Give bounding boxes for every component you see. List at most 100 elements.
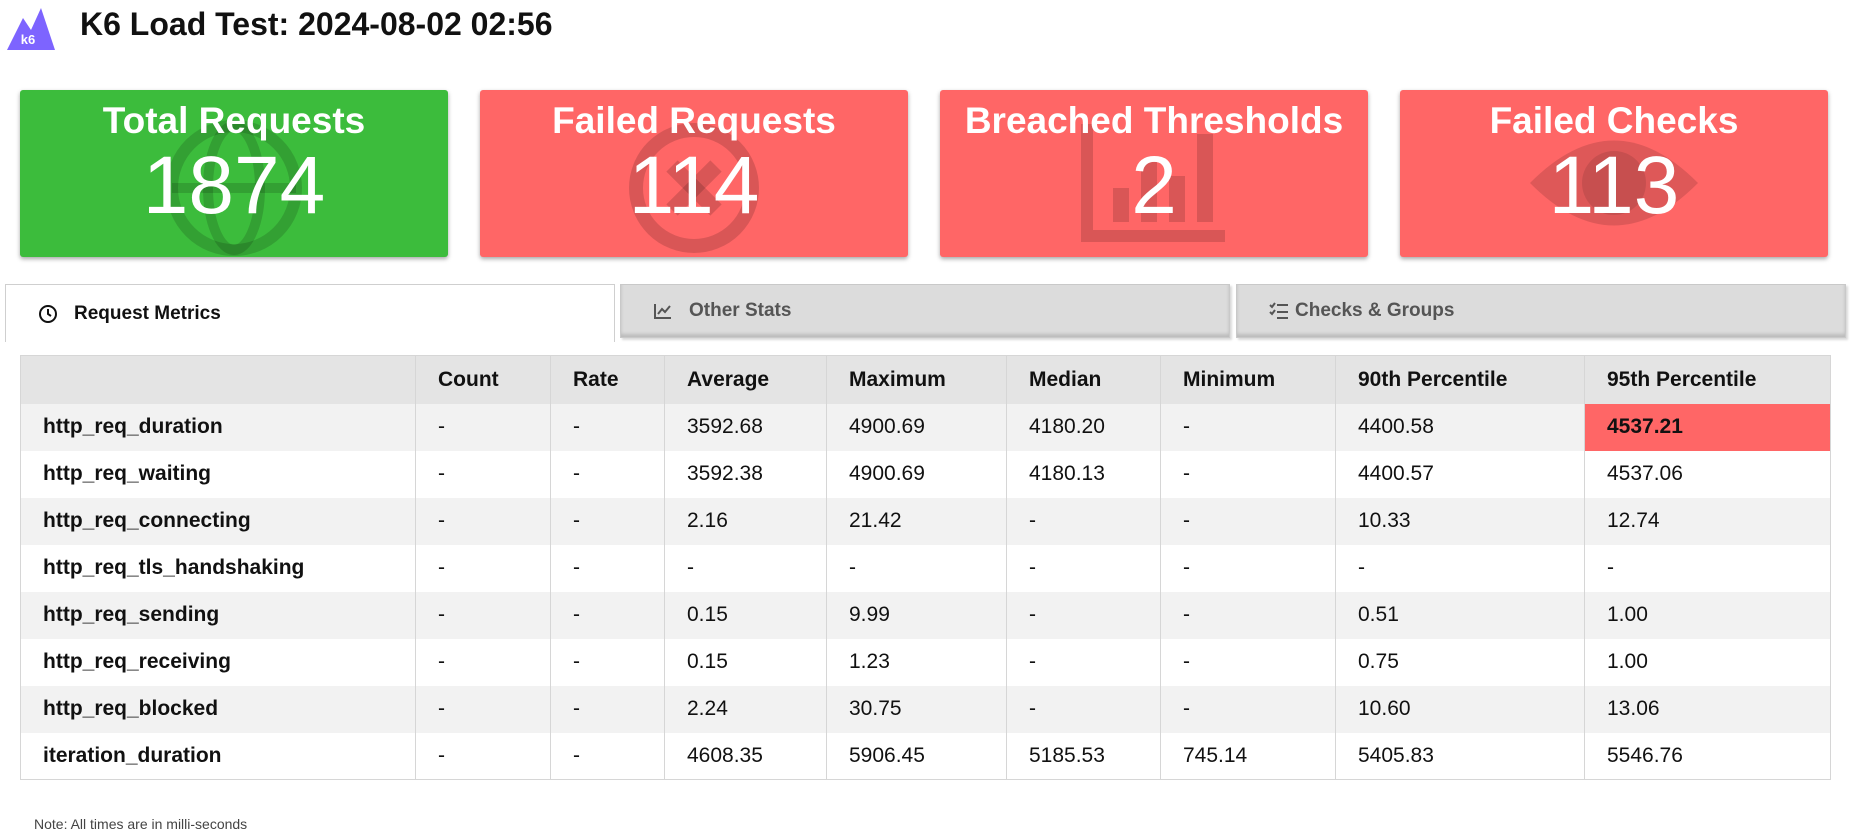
checklist-icon (1269, 302, 1288, 319)
table-cell: - (550, 638, 665, 686)
metric-name-cell: http_req_sending (20, 591, 416, 639)
card-label: Total Requests (102, 100, 366, 141)
column-header: Count (415, 355, 551, 404)
page-title: K6 Load Test: 2024-08-02 02:56 (80, 6, 553, 42)
table-row: http_req_waiting - - 3592.38 4900.69 418… (20, 450, 1831, 498)
metric-name-cell: http_req_tls_handshaking (20, 544, 416, 592)
failed-requests-card: Failed Requests 114 (480, 90, 908, 257)
table-cell: 4900.69 (826, 403, 1007, 451)
table-cell: - (550, 403, 665, 451)
table-cell: - (1160, 403, 1336, 451)
column-header: 95th Percentile (1584, 355, 1831, 404)
header: k6 K6 Load Test: 2024-08-02 02:56 (0, 0, 1857, 60)
table-cell: 1.23 (826, 638, 1007, 686)
column-header (20, 355, 416, 404)
table-cell: - (415, 732, 551, 780)
table-cell: - (550, 544, 665, 592)
table-cell: - (550, 685, 665, 733)
table-cell: - (1006, 638, 1161, 686)
table-cell: 9.99 (826, 591, 1007, 639)
table-cell: - (1160, 544, 1336, 592)
table-cell: 5405.83 (1335, 732, 1585, 780)
card-label: Failed Checks (1489, 100, 1739, 141)
table-cell: 13.06 (1584, 685, 1831, 733)
table-cell: - (550, 450, 665, 498)
table-cell: 0.51 (1335, 591, 1585, 639)
table-cell: 10.33 (1335, 497, 1585, 545)
table-cell: 4400.57 (1335, 450, 1585, 498)
footnote: Note: All times are in milli-seconds (34, 816, 248, 832)
table-row: http_req_blocked - - 2.24 30.75 - - 10.6… (20, 685, 1831, 733)
table-cell: - (550, 591, 665, 639)
table-row: http_req_sending - - 0.15 9.99 - - 0.51 … (20, 591, 1831, 639)
table-cell: 12.74 (1584, 497, 1831, 545)
breached-threshold-cell: 4537.21 (1584, 403, 1831, 451)
table-cell: - (415, 544, 551, 592)
table-cell: - (826, 544, 1007, 592)
table-cell: - (415, 497, 551, 545)
table-cell: - (1006, 591, 1161, 639)
card-value: 2 (1131, 140, 1177, 231)
total-requests-card: Total Requests 1874 (20, 90, 448, 257)
metric-name-cell: iteration_duration (20, 732, 416, 780)
card-value: 1874 (142, 140, 326, 231)
table-cell: 0.15 (664, 638, 827, 686)
tab-bar: Request Metrics Other Stats Checks & Gro… (5, 284, 1846, 342)
table-cell: 30.75 (826, 685, 1007, 733)
table-cell: 5906.45 (826, 732, 1007, 780)
card-value: 113 (1548, 140, 1680, 231)
table-cell: - (1006, 544, 1161, 592)
failed-checks-card: Failed Checks 113 (1400, 90, 1828, 257)
tab-request-metrics[interactable]: Request Metrics (5, 284, 615, 342)
table-cell: 5185.53 (1006, 732, 1161, 780)
table-header-row: Count Rate Average Maximum Median Minimu… (20, 355, 1831, 404)
table-cell: - (1160, 591, 1336, 639)
card-label: Failed Requests (552, 100, 836, 141)
column-header: Maximum (826, 355, 1007, 404)
table-cell: - (1006, 685, 1161, 733)
table-cell: - (1160, 638, 1336, 686)
table-cell: - (415, 403, 551, 451)
tab-checks-groups[interactable]: Checks & Groups (1236, 284, 1846, 338)
table-cell: 4900.69 (826, 450, 1007, 498)
column-header: 90th Percentile (1335, 355, 1585, 404)
tab-label: Other Stats (689, 300, 792, 321)
table-cell: 1.00 (1584, 591, 1831, 639)
table-cell: 2.24 (664, 685, 827, 733)
tab-other-stats[interactable]: Other Stats (620, 284, 1230, 338)
metric-name-cell: http_req_duration (20, 403, 416, 451)
table-cell: 2.16 (664, 497, 827, 545)
table-cell: 4400.58 (1335, 403, 1585, 451)
table-row: http_req_duration - - 3592.68 4900.69 41… (20, 403, 1831, 451)
tab-label: Checks & Groups (1295, 300, 1455, 321)
table-cell: - (415, 450, 551, 498)
table-cell: 0.75 (1335, 638, 1585, 686)
table-cell: - (1584, 544, 1831, 592)
table-cell: 3592.38 (664, 450, 827, 498)
table-cell: - (1006, 497, 1161, 545)
table-cell: - (550, 732, 665, 780)
table-cell: 3592.68 (664, 403, 827, 451)
table-cell: 4180.13 (1006, 450, 1161, 498)
table-cell: 21.42 (826, 497, 1007, 545)
table-cell: 745.14 (1160, 732, 1336, 780)
table-cell: 1.00 (1584, 638, 1831, 686)
column-header: Median (1006, 355, 1161, 404)
table-cell: - (1160, 497, 1336, 545)
breached-thresholds-card: Breached Thresholds 2 (940, 90, 1368, 257)
table-cell: - (1335, 544, 1585, 592)
metric-name-cell: http_req_waiting (20, 450, 416, 498)
table-cell: 0.15 (664, 591, 827, 639)
table-cell: - (550, 497, 665, 545)
table-cell: - (415, 591, 551, 639)
table-cell: - (1160, 685, 1336, 733)
metric-name-cell: http_req_connecting (20, 497, 416, 545)
svg-text:k6: k6 (21, 32, 35, 47)
table-row: iteration_duration - - 4608.35 5906.45 5… (20, 732, 1831, 780)
k6-logo-icon: k6 (7, 8, 55, 50)
table-cell: - (664, 544, 827, 592)
card-value: 114 (628, 140, 760, 231)
table-cell: 10.60 (1335, 685, 1585, 733)
table-row: http_req_receiving - - 0.15 1.23 - - 0.7… (20, 638, 1831, 686)
column-header: Average (664, 355, 827, 404)
